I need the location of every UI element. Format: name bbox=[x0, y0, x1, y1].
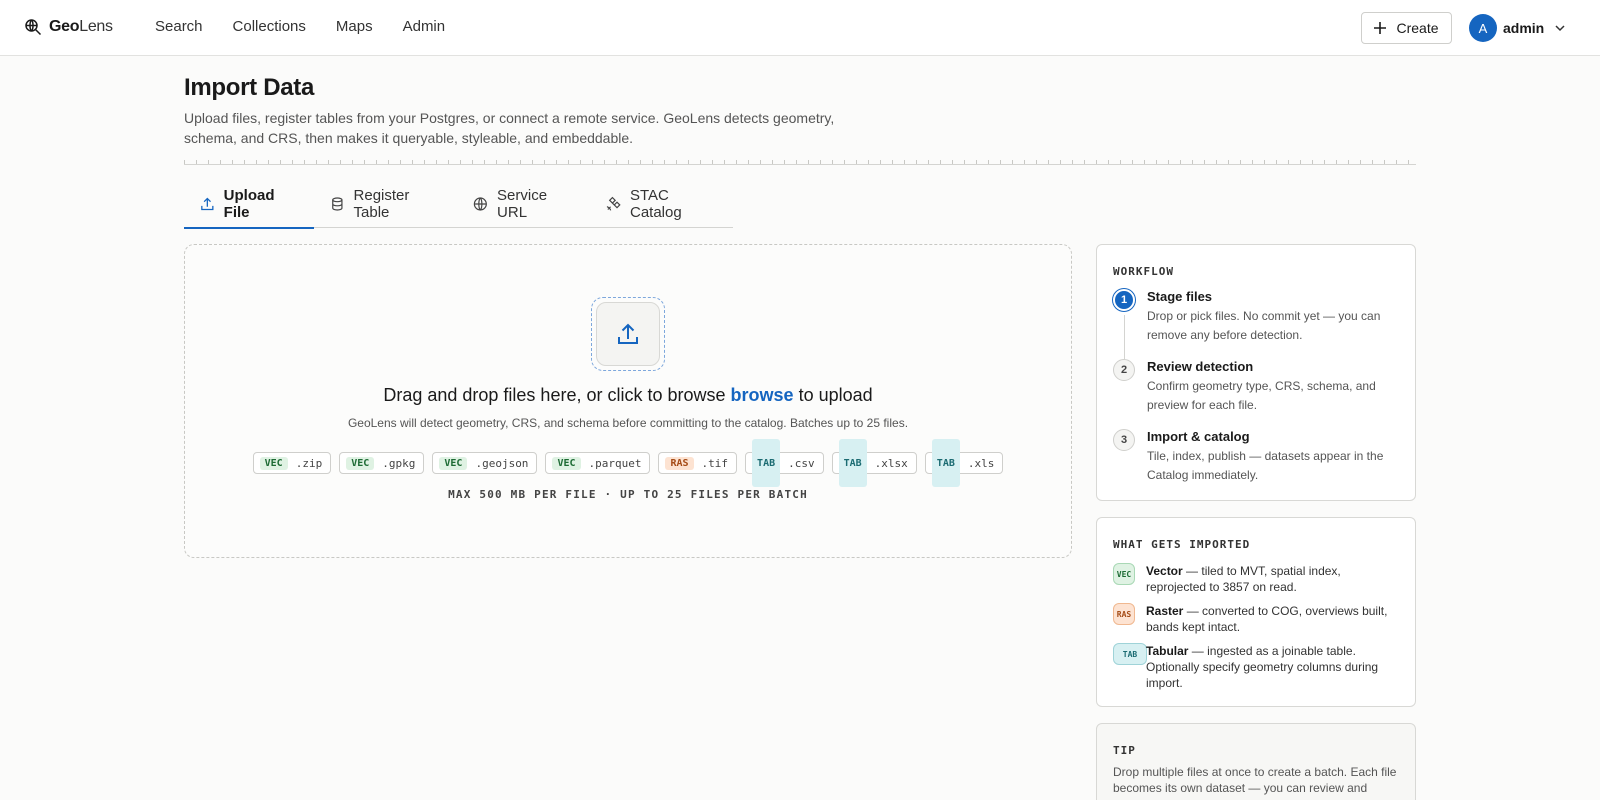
page-title: Import Data bbox=[184, 74, 315, 101]
database-icon bbox=[332, 197, 343, 211]
imported-types-card: WHAT GETS IMPORTED VEC Vector — tiled to… bbox=[1096, 517, 1416, 707]
format-tag: TAB bbox=[752, 439, 781, 487]
workflow-heading: WORKFLOW bbox=[1113, 265, 1174, 278]
raster-badge: RAS bbox=[1113, 603, 1135, 625]
format-tag: VEC bbox=[259, 456, 288, 470]
tab-label: STAC Catalog bbox=[629, 187, 682, 221]
format-chip: VEC .zip bbox=[252, 452, 332, 474]
tip-card: TIP Drop multiple files at once to creat… bbox=[1096, 723, 1416, 800]
vector-badge: VEC bbox=[1113, 563, 1135, 585]
tab-stac-catalog[interactable]: STAC Catalog bbox=[590, 180, 733, 228]
tab-label: Upload File bbox=[223, 187, 275, 221]
format-tag: VEC bbox=[346, 456, 375, 470]
kind-description: Tabular — ingested as a joinable table. … bbox=[1146, 644, 1379, 690]
format-chip: RAS .tif bbox=[658, 452, 738, 474]
format-chip: VEC .parquet bbox=[545, 452, 651, 474]
main-nav: Search Collections Maps Admin bbox=[155, 18, 475, 35]
satellite-icon bbox=[607, 196, 621, 211]
format-ext: .gpkg bbox=[382, 456, 416, 470]
format-tag: RAS bbox=[665, 456, 694, 470]
format-ext: .geojson bbox=[475, 456, 529, 470]
tabular-badge: TAB bbox=[1113, 643, 1147, 665]
create-button[interactable]: Create bbox=[1361, 12, 1452, 44]
create-button-label: Create bbox=[1396, 20, 1439, 36]
tab-register-table[interactable]: Register Table bbox=[314, 180, 458, 228]
kind-description: Raster — converted to COG, overviews bui… bbox=[1146, 604, 1388, 634]
nav-maps[interactable]: Maps bbox=[336, 18, 373, 35]
upload-target[interactable] bbox=[591, 297, 665, 371]
format-chips: VEC .zip VEC .gpkg VEC .geojson VEC .parquet… bbox=[185, 439, 1071, 487]
format-ext: .xlsx bbox=[874, 456, 908, 470]
step-description: Confirm geometry type, CRS, schema, and … bbox=[1147, 379, 1376, 412]
app-logo[interactable]: GeoLens bbox=[24, 16, 113, 38]
nav-collections[interactable]: Collections bbox=[233, 18, 306, 35]
format-ext: .csv bbox=[788, 456, 815, 470]
imported-heading: WHAT GETS IMPORTED bbox=[1113, 538, 1251, 551]
format-ext: .zip bbox=[295, 456, 323, 470]
tab-upload-file[interactable]: Upload File bbox=[184, 180, 314, 229]
workflow-card: WORKFLOW 1 Stage files Drop or pick file… bbox=[1096, 244, 1416, 501]
tab-label: Register Table bbox=[353, 187, 410, 221]
globe-icon bbox=[474, 197, 488, 211]
username: admin bbox=[1503, 20, 1545, 36]
nav-search[interactable]: Search bbox=[155, 18, 203, 35]
step-description: Drop or pick files. No commit yet — you … bbox=[1147, 309, 1381, 342]
top-navigation-bar: GeoLens Search Collections Maps Admin Cr… bbox=[0, 0, 1600, 56]
tab-label: Service URL bbox=[497, 187, 548, 221]
app-name: GeoLens bbox=[49, 18, 113, 35]
upload-icon bbox=[618, 323, 638, 344]
upload-icon-frame bbox=[596, 302, 660, 366]
step-title: Stage files bbox=[1147, 289, 1213, 304]
dropzone-title-suffix: to upload bbox=[798, 385, 873, 405]
format-chip: VEC .geojson bbox=[432, 452, 538, 474]
dropzone-title: Drag and drop files here, or click to br… bbox=[185, 385, 1071, 406]
dropzone-title-prefix: Drag and drop files here, or click to br… bbox=[383, 385, 726, 405]
step-number: 1 bbox=[1113, 289, 1135, 311]
upload-limit-note: MAX 500 MB PER FILE · UP TO 25 FILES PER… bbox=[448, 488, 808, 501]
format-tag: VEC bbox=[552, 456, 581, 470]
step-number: 3 bbox=[1113, 429, 1135, 451]
format-ext: .xls bbox=[967, 456, 995, 470]
step-number: 2 bbox=[1113, 359, 1135, 381]
tip-text: Drop multiple files at once to create a … bbox=[1113, 765, 1397, 795]
format-chip: TAB .xls bbox=[924, 439, 1004, 487]
format-chip: TAB .csv bbox=[745, 439, 824, 487]
step-title: Import & catalog bbox=[1147, 429, 1250, 444]
format-ext: .parquet bbox=[588, 456, 642, 470]
import-tabs: Upload File Register Table Service URL S… bbox=[184, 180, 733, 229]
page-description: Upload files, register tables from your … bbox=[184, 110, 835, 146]
kind-description: Vector — tiled to MVT, spatial index, re… bbox=[1146, 564, 1341, 594]
step-description: Tile, index, publish — datasets appear i… bbox=[1147, 449, 1384, 482]
format-ext: .tif bbox=[701, 456, 729, 470]
user-menu[interactable]: A admin bbox=[1469, 14, 1566, 42]
nav-admin[interactable]: Admin bbox=[403, 18, 446, 35]
tab-service-url[interactable]: Service URL bbox=[457, 180, 590, 228]
chevron-down-icon bbox=[1555, 25, 1565, 32]
ruler-divider bbox=[184, 157, 1416, 165]
avatar: A bbox=[1469, 14, 1497, 42]
plus-icon bbox=[1374, 22, 1387, 34]
format-tag: VEC bbox=[439, 456, 468, 470]
step-connector bbox=[1124, 315, 1125, 359]
format-chip: TAB .xlsx bbox=[831, 439, 917, 487]
format-tag: TAB bbox=[838, 439, 867, 487]
upload-icon bbox=[201, 197, 214, 211]
tip-heading: TIP bbox=[1113, 744, 1136, 757]
format-chip: VEC .gpkg bbox=[339, 452, 425, 474]
step-title: Review detection bbox=[1147, 359, 1254, 374]
file-dropzone[interactable]: Drag and drop files here, or click to br… bbox=[184, 244, 1072, 558]
browse-link[interactable]: browse bbox=[731, 385, 794, 405]
dropzone-subtitle: GeoLens will detect geometry, CRS, and s… bbox=[347, 416, 909, 430]
search-globe-icon bbox=[25, 19, 42, 36]
format-tag: TAB bbox=[931, 439, 960, 487]
